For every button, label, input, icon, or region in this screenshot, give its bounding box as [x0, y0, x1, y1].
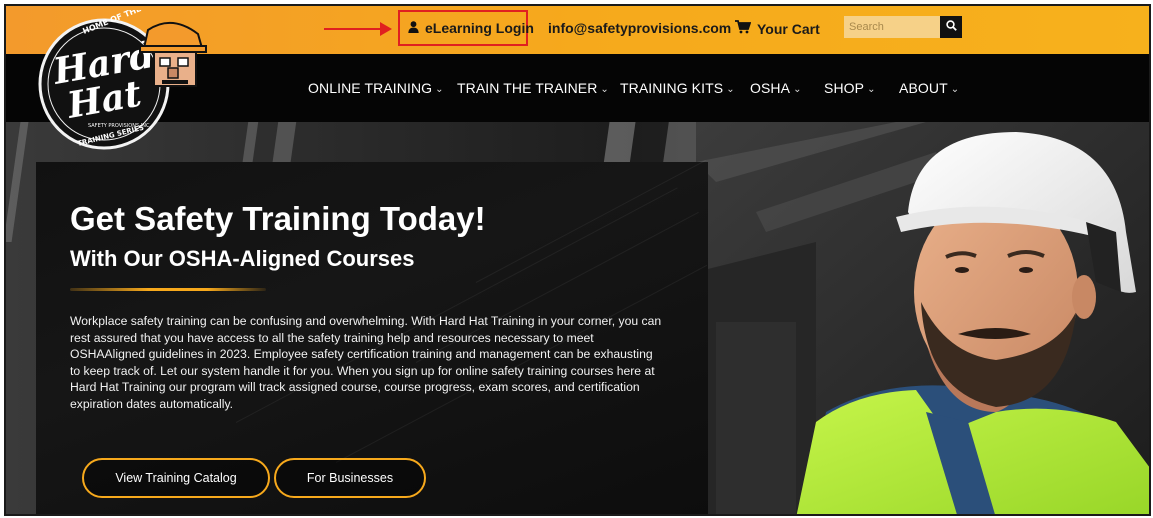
worker-photo	[696, 122, 1149, 514]
hero-banner: Get Safety Training Today! With Our OSHA…	[6, 122, 1149, 514]
user-icon	[408, 20, 419, 36]
chevron-down-icon: ⌄	[600, 84, 609, 95]
chevron-down-icon: ⌄	[867, 84, 876, 95]
arrow-right-icon	[324, 22, 392, 36]
nav-training-kits[interactable]: TRAINING KITS ⌄	[620, 80, 735, 96]
chevron-down-icon: ⌄	[726, 84, 735, 95]
nav-shop[interactable]: SHOP ⌄	[824, 80, 876, 96]
email-link[interactable]: info@safetyprovisions.com	[548, 20, 731, 36]
hard-hat-logo[interactable]: HOME OF THE Hard Hat SAFETY PROVISIONS I…	[32, 10, 212, 160]
chevron-down-icon: ⌄	[793, 84, 802, 95]
nav-online-training[interactable]: ONLINE TRAINING ⌄	[308, 80, 444, 96]
chevron-down-icon: ⌄	[435, 84, 444, 95]
hero-title: Get Safety Training Today!	[70, 200, 486, 237]
search-icon	[945, 18, 957, 36]
nav-label: TRAINING KITS	[620, 80, 724, 96]
hero-description: Workplace safety training can be confusi…	[70, 314, 662, 411]
hero-subtitle: With Our OSHA-Aligned Courses	[70, 246, 415, 271]
divider	[70, 288, 266, 291]
cart-icon	[735, 20, 752, 37]
for-businesses-button[interactable]: For Businesses	[274, 458, 426, 498]
view-training-catalog-button[interactable]: View Training Catalog	[82, 458, 270, 498]
nav-label: SHOP	[824, 80, 865, 96]
nav-label: OSHA	[750, 80, 791, 96]
cart-link[interactable]: Your Cart	[735, 20, 820, 37]
nav-osha[interactable]: OSHA ⌄	[750, 80, 802, 96]
elearning-login-label: eLearning Login	[425, 20, 534, 36]
button-label: View Training Catalog	[115, 471, 237, 485]
chevron-down-icon: ⌄	[950, 84, 960, 95]
nav-train-the-trainer[interactable]: TRAIN THE TRAINER ⌄	[457, 80, 609, 96]
button-label: For Businesses	[306, 471, 394, 485]
email-label: info@safetyprovisions.com	[548, 20, 732, 36]
search-button[interactable]	[940, 16, 962, 38]
search-form	[844, 16, 962, 38]
cart-label: Your Cart	[757, 20, 820, 37]
search-input[interactable]	[844, 16, 940, 38]
nav-about[interactable]: ABOUT ⌄	[899, 80, 959, 96]
browser-viewport: eLearning Login info@safetyprovisions.co…	[4, 4, 1151, 516]
nav-label: ABOUT	[899, 80, 948, 96]
nav-label: ONLINE TRAINING	[308, 80, 433, 96]
background-stripe	[6, 122, 29, 242]
elearning-login-link[interactable]: eLearning Login	[408, 20, 534, 36]
nav-label: TRAIN THE TRAINER	[457, 80, 598, 96]
